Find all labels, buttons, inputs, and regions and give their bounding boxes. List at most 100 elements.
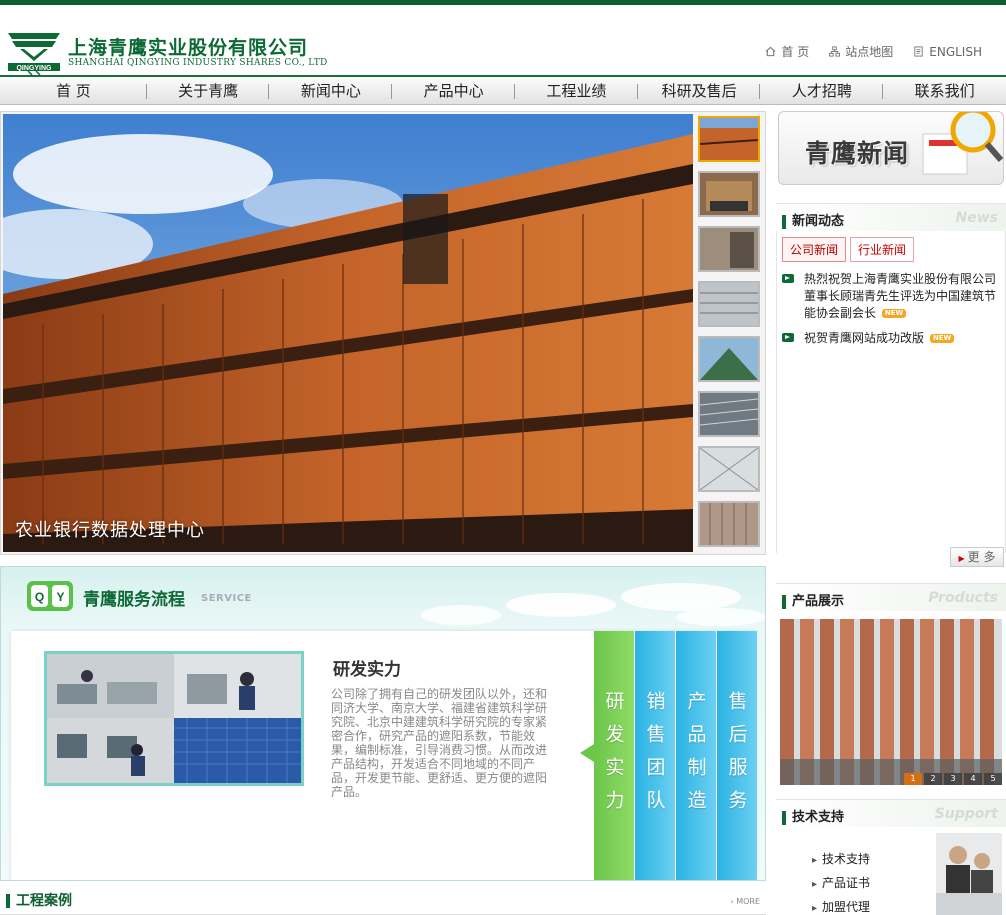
support-list: 技术支持 产品证书 加盟代理 bbox=[812, 848, 870, 915]
cases-title: 工程案例 bbox=[16, 893, 72, 909]
tab-research[interactable]: 研发实力 bbox=[594, 631, 634, 880]
news-more-button[interactable]: ▶ 更 多 bbox=[950, 547, 1004, 567]
nav-item-news[interactable]: 新闻中心 bbox=[269, 77, 392, 104]
home-icon bbox=[765, 46, 776, 57]
support-photo bbox=[936, 833, 1002, 915]
nav-item-products[interactable]: 产品中心 bbox=[392, 77, 515, 104]
company-name-en: SHANGHAI QINGYING INDUSTRY SHARES CO., L… bbox=[68, 58, 328, 68]
cases-more-link[interactable]: › MORE bbox=[730, 897, 760, 906]
logo-text: QINGYING bbox=[16, 65, 52, 72]
news-banner-title: 青鹰新闻 bbox=[805, 139, 910, 168]
sitemap-icon bbox=[829, 46, 841, 57]
pager-button-2[interactable]: 2 bbox=[924, 773, 942, 785]
service-section: Q Y 青鹰服务流程 SERVICE 研发实力 公司除了拥有自己的研发团队以外，… bbox=[0, 566, 766, 881]
thumbnail-4[interactable] bbox=[698, 281, 760, 327]
support-item-franchise[interactable]: 加盟代理 bbox=[812, 896, 870, 915]
nav-item-careers[interactable]: 人才招聘 bbox=[760, 77, 883, 104]
news-section-title: 新闻动态 bbox=[792, 214, 845, 229]
product-slideshow[interactable]: 1 2 3 4 5 bbox=[780, 619, 1002, 785]
news-section-en: News bbox=[955, 210, 998, 226]
tab-sales[interactable]: 销售团队 bbox=[635, 631, 675, 880]
thumbnail-7[interactable] bbox=[698, 446, 760, 492]
hero-image[interactable] bbox=[3, 114, 693, 552]
support-section-en: Support bbox=[934, 806, 998, 822]
news-banner[interactable]: 青鹰新闻 bbox=[778, 111, 1004, 185]
service-panel: 研发实力 公司除了拥有自己的研发团队以外，还和同济大学、南京大学、福建省建筑科学… bbox=[11, 631, 757, 880]
thumbnail-6[interactable] bbox=[698, 391, 760, 437]
thumbnail-8[interactable] bbox=[698, 501, 760, 547]
header-links: 首 页 站点地图 ENGLISH bbox=[765, 43, 982, 60]
nav-item-about[interactable]: 关于青鹰 bbox=[147, 77, 270, 104]
news-tabs: 公司新闻 行业新闻 bbox=[782, 237, 915, 262]
product-image bbox=[780, 619, 1002, 785]
service-heading: 研发实力 bbox=[333, 660, 401, 680]
new-badge: NEW bbox=[929, 334, 955, 343]
building-facade-image bbox=[3, 114, 693, 552]
new-badge: NEW bbox=[881, 309, 907, 318]
site-header: QINGYING 上海青鹰实业股份有限公司 SHANGHAI QINGYING … bbox=[0, 5, 1006, 75]
support-section-header: 技术支持 Support bbox=[776, 799, 1006, 827]
thumbnail-1[interactable] bbox=[698, 116, 760, 162]
nav-item-projects[interactable]: 工程业绩 bbox=[515, 77, 638, 104]
qy-logo-icon: Q Y bbox=[27, 581, 73, 611]
products-section-title-wrap: 产品展示 bbox=[782, 590, 844, 609]
logo-letter-q: Q bbox=[35, 590, 44, 604]
support-section-title-wrap: 技术支持 bbox=[782, 806, 844, 825]
list-item[interactable]: 祝贺青鹰网站成功改版 NEW bbox=[780, 330, 1004, 347]
news-item-text: 祝贺青鹰网站成功改版 bbox=[804, 331, 925, 345]
service-description: 公司除了拥有自己的研发团队以外，还和同济大学、南京大学、福建省建筑科学研究院、北… bbox=[331, 687, 548, 799]
tab-after-sales[interactable]: 售后服务 bbox=[717, 631, 757, 880]
nav-item-research[interactable]: 科研及售后 bbox=[638, 77, 761, 104]
home-link[interactable]: 首 页 bbox=[765, 43, 809, 60]
hero-thumbnails bbox=[698, 116, 764, 556]
tab-company-news[interactable]: 公司新闻 bbox=[782, 237, 847, 262]
cases-section-header: 工程案例 › MORE bbox=[0, 885, 766, 915]
home-link-label: 首 页 bbox=[781, 45, 810, 59]
news-list: 热烈祝贺上海青鹰实业股份有限公司董事长顾瑞青先生评选为中国建筑节能协会副会长 N… bbox=[780, 271, 1004, 355]
thumbnail-2[interactable] bbox=[698, 171, 760, 217]
pager-button-3[interactable]: 3 bbox=[944, 773, 962, 785]
cases-more-label: MORE bbox=[736, 897, 760, 906]
thumbnail-5[interactable] bbox=[698, 336, 760, 382]
service-tabs: 研发实力 销售团队 产品制造 售后服务 bbox=[594, 631, 757, 880]
product-pager: 1 2 3 4 5 bbox=[904, 773, 1002, 785]
thumbnail-3[interactable] bbox=[698, 226, 760, 272]
active-tab-arrow bbox=[580, 744, 594, 762]
hero-caption: 农业银行数据处理中心 bbox=[15, 520, 205, 541]
support-item-certificates[interactable]: 产品证书 bbox=[812, 872, 870, 896]
logo-letter-y: Y bbox=[56, 590, 64, 604]
pager-button-1[interactable]: 1 bbox=[904, 773, 922, 785]
pager-button-4[interactable]: 4 bbox=[964, 773, 982, 785]
company-name-cn: 上海青鹰实业股份有限公司 bbox=[68, 37, 309, 59]
sitemap-link[interactable]: 站点地图 bbox=[829, 43, 893, 60]
service-title-en: SERVICE bbox=[201, 593, 252, 604]
arrow-bullet-icon bbox=[782, 274, 794, 283]
section-marker bbox=[782, 810, 786, 825]
pager-button-5[interactable]: 5 bbox=[984, 773, 1002, 785]
service-header: Q Y 青鹰服务流程 SERVICE bbox=[1, 567, 765, 629]
tab-manufacturing[interactable]: 产品制造 bbox=[676, 631, 716, 880]
hero-slideshow: 农业银行数据处理中心 bbox=[0, 111, 766, 555]
list-item[interactable]: 热烈祝贺上海青鹰实业股份有限公司董事长顾瑞青先生评选为中国建筑节能协会副会长 N… bbox=[780, 271, 1004, 322]
support-section-title: 技术支持 bbox=[792, 810, 845, 825]
section-marker bbox=[782, 594, 786, 609]
document-icon bbox=[914, 46, 923, 57]
play-arrow-icon: ▶ bbox=[958, 554, 965, 563]
english-link-label: ENGLISH bbox=[929, 44, 982, 59]
products-section-header: 产品展示 Products bbox=[776, 583, 1006, 611]
products-section-en: Products bbox=[928, 590, 998, 606]
arrow-bullet-icon bbox=[782, 333, 794, 342]
research-photo bbox=[44, 651, 304, 786]
products-section-title: 产品展示 bbox=[792, 594, 845, 609]
nav-item-home[interactable]: 首 页 bbox=[0, 77, 147, 104]
main-nav: 首 页 关于青鹰 新闻中心 产品中心 工程业绩 科研及售后 人才招聘 联系我们 bbox=[0, 75, 1006, 105]
english-link[interactable]: ENGLISH bbox=[913, 43, 982, 60]
news-more-label: 更 多 bbox=[967, 550, 996, 564]
company-logo[interactable]: QINGYING bbox=[6, 27, 62, 75]
news-section-header: 新闻动态 News bbox=[776, 203, 1006, 231]
nav-item-contact[interactable]: 联系我们 bbox=[883, 77, 1006, 104]
section-marker bbox=[782, 214, 786, 229]
support-item-tech[interactable]: 技术支持 bbox=[812, 848, 870, 872]
cases-title-wrap: 工程案例 bbox=[6, 890, 72, 910]
tab-industry-news[interactable]: 行业新闻 bbox=[850, 237, 915, 262]
